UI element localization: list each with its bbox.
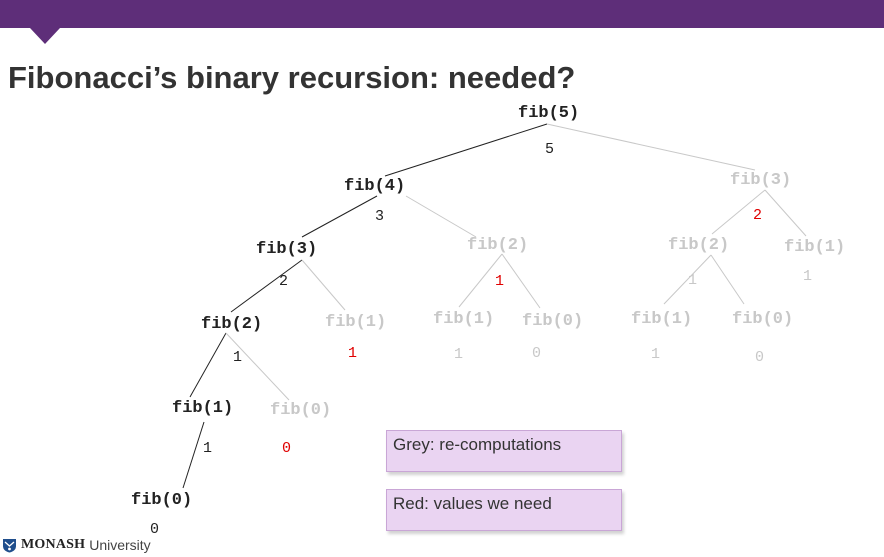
note-red-needed: Red: values we need — [386, 489, 622, 531]
node-fib1-left: fib(1) — [172, 399, 234, 418]
node-fib1-right: fib(1) — [784, 238, 846, 257]
value-fib3-right: 2 — [753, 207, 763, 224]
node-fib0-b: fib(0) — [522, 312, 584, 331]
edge-fib2-fib1 — [189, 332, 227, 398]
node-fib5: fib(5) — [518, 104, 580, 123]
node-fib1-c: fib(1) — [631, 310, 693, 329]
monash-crest-icon — [3, 538, 16, 552]
node-fib2-right: fib(2) — [668, 236, 730, 255]
node-fib3-right: fib(3) — [730, 171, 792, 190]
node-fib4: fib(4) — [344, 177, 406, 196]
value-fib0-c: 0 — [755, 349, 765, 366]
value-fib4: 3 — [375, 208, 385, 225]
value-fib1-right: 1 — [803, 268, 813, 285]
node-fib0-left: fib(0) — [131, 491, 193, 510]
monash-logo: MONASH University — [2, 536, 151, 554]
logo-sub: University — [89, 537, 151, 553]
node-fib3-left: fib(3) — [256, 240, 318, 259]
note-grey-recomputations: Grey: re-computations — [386, 430, 622, 472]
value-fib1-b: 1 — [454, 346, 464, 363]
value-fib2-mid: 1 — [495, 273, 505, 290]
edge-fib2-fib0-left — [225, 332, 290, 401]
value-fib0-b: 0 — [532, 345, 542, 362]
edge-fib3-fib2 — [230, 259, 303, 313]
value-fib1-a: 1 — [348, 345, 358, 362]
edge-fib3-fib1 — [301, 259, 346, 311]
edge-fib4-fib3 — [301, 195, 378, 238]
edge-fib3-fib1-right — [764, 189, 807, 237]
node-fib0-a: fib(0) — [270, 401, 332, 420]
edge-fib5-fib3 — [546, 123, 756, 171]
edge-fib2-fib0 — [501, 253, 541, 309]
node-fib2-mid: fib(2) — [467, 236, 529, 255]
value-fib1-c: 1 — [651, 346, 661, 363]
value-fib2-right: 1 — [688, 272, 698, 289]
node-fib0-c: fib(0) — [732, 310, 794, 329]
tree-edges — [182, 123, 807, 489]
edge-fib4-fib2 — [405, 195, 477, 238]
value-fib1-left: 1 — [203, 440, 213, 457]
node-fib1-b: fib(1) — [433, 310, 495, 329]
node-fib1-a: fib(1) — [325, 313, 387, 332]
value-fib0-left: 0 — [150, 521, 160, 538]
logo-brand: MONASH — [21, 537, 86, 552]
node-fib2-left: fib(2) — [201, 315, 263, 334]
value-fib2-left: 1 — [233, 349, 243, 366]
value-fib5: 5 — [545, 141, 555, 158]
value-fib3-left: 2 — [279, 273, 289, 290]
edge-fib1-fib0 — [182, 421, 205, 489]
edge-fib2-fib0-right — [710, 254, 745, 305]
value-fib0-a: 0 — [282, 440, 292, 457]
edge-fib5-fib4 — [384, 123, 548, 177]
